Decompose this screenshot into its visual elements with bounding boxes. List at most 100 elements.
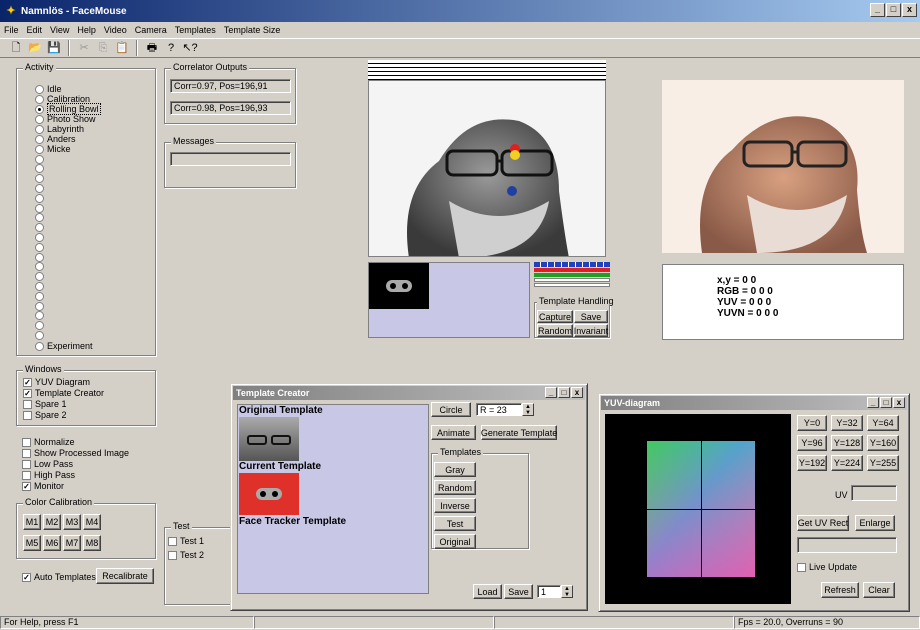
radio-micke[interactable]: Micke — [35, 144, 71, 154]
check-live-update[interactable]: Live Update — [797, 562, 857, 572]
radius-field[interactable]: R = 23 — [476, 403, 522, 416]
m6-button[interactable]: M6 — [43, 535, 61, 551]
m7-button[interactable]: M7 — [63, 535, 81, 551]
check-test-1[interactable]: Test 1 — [168, 536, 204, 546]
radio-photo-show[interactable]: Photo Show — [35, 114, 96, 124]
clear-button[interactable]: Clear — [863, 582, 895, 598]
radio-empty-slot[interactable] — [35, 252, 47, 262]
check-spare-2[interactable]: Spare 2 — [23, 410, 67, 420]
maximize-button[interactable]: □ — [886, 3, 901, 17]
y32-button[interactable]: Y=32 — [831, 415, 863, 431]
radio-empty-slot[interactable] — [35, 223, 47, 233]
check-high-pass[interactable]: High Pass — [22, 470, 75, 480]
y192-button[interactable]: Y=192 — [797, 455, 827, 471]
radio-empty-slot[interactable] — [35, 174, 47, 184]
menu-template-size[interactable]: Template Size — [224, 25, 281, 35]
cut-icon[interactable]: ✂ — [76, 40, 92, 56]
tc-close-button[interactable]: x — [571, 387, 583, 398]
context-help-icon[interactable]: ↖? — [182, 40, 198, 56]
check-test-2[interactable]: Test 2 — [168, 550, 204, 560]
print-icon[interactable]: 🖶 — [144, 40, 160, 56]
close-button[interactable]: x — [902, 3, 917, 17]
radio-empty-slot[interactable] — [35, 262, 47, 272]
radio-empty-slot[interactable] — [35, 311, 47, 321]
y224-button[interactable]: Y=224 — [831, 455, 863, 471]
y160-button[interactable]: Y=160 — [867, 435, 899, 451]
radio-empty-slot[interactable] — [35, 203, 47, 213]
save-disk-icon[interactable]: 💾 — [46, 40, 62, 56]
radio-empty-slot[interactable] — [35, 213, 47, 223]
radio-empty-slot[interactable] — [35, 183, 47, 193]
menu-templates[interactable]: Templates — [175, 25, 216, 35]
tc-minimize-button[interactable]: _ — [545, 387, 557, 398]
tc-maximize-button[interactable]: □ — [558, 387, 570, 398]
menu-view[interactable]: View — [50, 25, 69, 35]
menu-file[interactable]: File — [4, 25, 19, 35]
m8-button[interactable]: M8 — [83, 535, 101, 551]
yuv-maximize-button[interactable]: □ — [880, 397, 892, 408]
yuv-close-button[interactable]: x — [893, 397, 905, 408]
radio-empty-slot[interactable] — [35, 272, 47, 282]
m1-button[interactable]: M1 — [23, 514, 41, 530]
m5-button[interactable]: M5 — [23, 535, 41, 551]
radio-empty-slot[interactable] — [35, 164, 47, 174]
radio-empty-slot[interactable] — [35, 301, 47, 311]
paste-icon[interactable]: 📋 — [114, 40, 130, 56]
save-template-button[interactable]: Save — [574, 310, 608, 323]
random-template-button[interactable]: Random — [434, 480, 476, 495]
open-folder-icon[interactable]: 📂 — [27, 40, 43, 56]
menu-help[interactable]: Help — [77, 25, 96, 35]
load-button[interactable]: Load — [473, 584, 502, 599]
m4-button[interactable]: M4 — [83, 514, 101, 530]
copy-icon[interactable]: ⎘ — [95, 40, 111, 56]
template-index-spinner[interactable]: ▲ ▼ — [561, 585, 573, 598]
radio-labyrinth[interactable]: Labyrinth — [35, 124, 84, 134]
recalibrate-button[interactable]: Recalibrate — [96, 568, 154, 584]
test-button[interactable]: Test — [434, 516, 476, 531]
check-auto-templates[interactable]: ✓ Auto Templates — [22, 572, 96, 582]
m3-button[interactable]: M3 — [63, 514, 81, 530]
help-icon[interactable]: ? — [163, 40, 179, 56]
y64-button[interactable]: Y=64 — [867, 415, 899, 431]
minimize-button[interactable]: _ — [870, 3, 885, 17]
y0-button[interactable]: Y=0 — [797, 415, 827, 431]
check-template-creator[interactable]: ✓ Template Creator — [23, 388, 104, 398]
y96-button[interactable]: Y=96 — [797, 435, 827, 451]
enlarge-button[interactable]: Enlarge — [855, 515, 895, 531]
circle-button[interactable]: Circle — [431, 402, 471, 417]
yuv-plot[interactable] — [605, 414, 791, 604]
check-monitor[interactable]: ✓ Monitor — [22, 481, 64, 491]
radio-rolling-bowl[interactable]: Rolling Bowl — [35, 103, 101, 115]
invariant-button[interactable]: Invariant — [574, 324, 608, 337]
new-file-icon[interactable]: 🗋 — [8, 40, 24, 56]
check-low-pass[interactable]: Low Pass — [22, 459, 73, 469]
radio-empty-slot[interactable] — [35, 242, 47, 252]
radio-empty-slot[interactable] — [35, 291, 47, 301]
check-normalize[interactable]: Normalize — [22, 437, 75, 447]
menu-edit[interactable]: Edit — [27, 25, 43, 35]
gray-button[interactable]: Gray — [434, 462, 476, 477]
radio-empty-slot[interactable] — [35, 154, 47, 164]
menu-camera[interactable]: Camera — [135, 25, 167, 35]
radio-empty-slot[interactable] — [35, 281, 47, 291]
original-button[interactable]: Original — [434, 534, 476, 549]
yuv-minimize-button[interactable]: _ — [867, 397, 879, 408]
check-spare-1[interactable]: Spare 1 — [23, 399, 67, 409]
radio-empty-slot[interactable] — [35, 232, 47, 242]
inverse-button[interactable]: Inverse — [434, 498, 476, 513]
menu-video[interactable]: Video — [104, 25, 127, 35]
radio-empty-slot[interactable] — [35, 193, 47, 203]
get-uv-rect-button[interactable]: Get UV Rect — [797, 515, 849, 531]
m2-button[interactable]: M2 — [43, 514, 61, 530]
y128-button[interactable]: Y=128 — [831, 435, 863, 451]
save-button[interactable]: Save — [504, 584, 533, 599]
generate-template-button[interactable]: Generate Template — [481, 425, 557, 440]
animate-button[interactable]: Animate — [431, 425, 476, 440]
check-show-processed-image[interactable]: Show Processed Image — [22, 448, 129, 458]
radius-spinner[interactable]: ▲ ▼ — [522, 403, 534, 416]
radio-empty-slot[interactable] — [35, 330, 47, 340]
random-button[interactable]: Random — [537, 324, 573, 337]
radio-experiment[interactable]: Experiment — [35, 341, 93, 351]
check-yuv-diagram[interactable]: ✓ YUV Diagram — [23, 377, 90, 387]
template-index-field[interactable]: 1 — [537, 585, 561, 598]
